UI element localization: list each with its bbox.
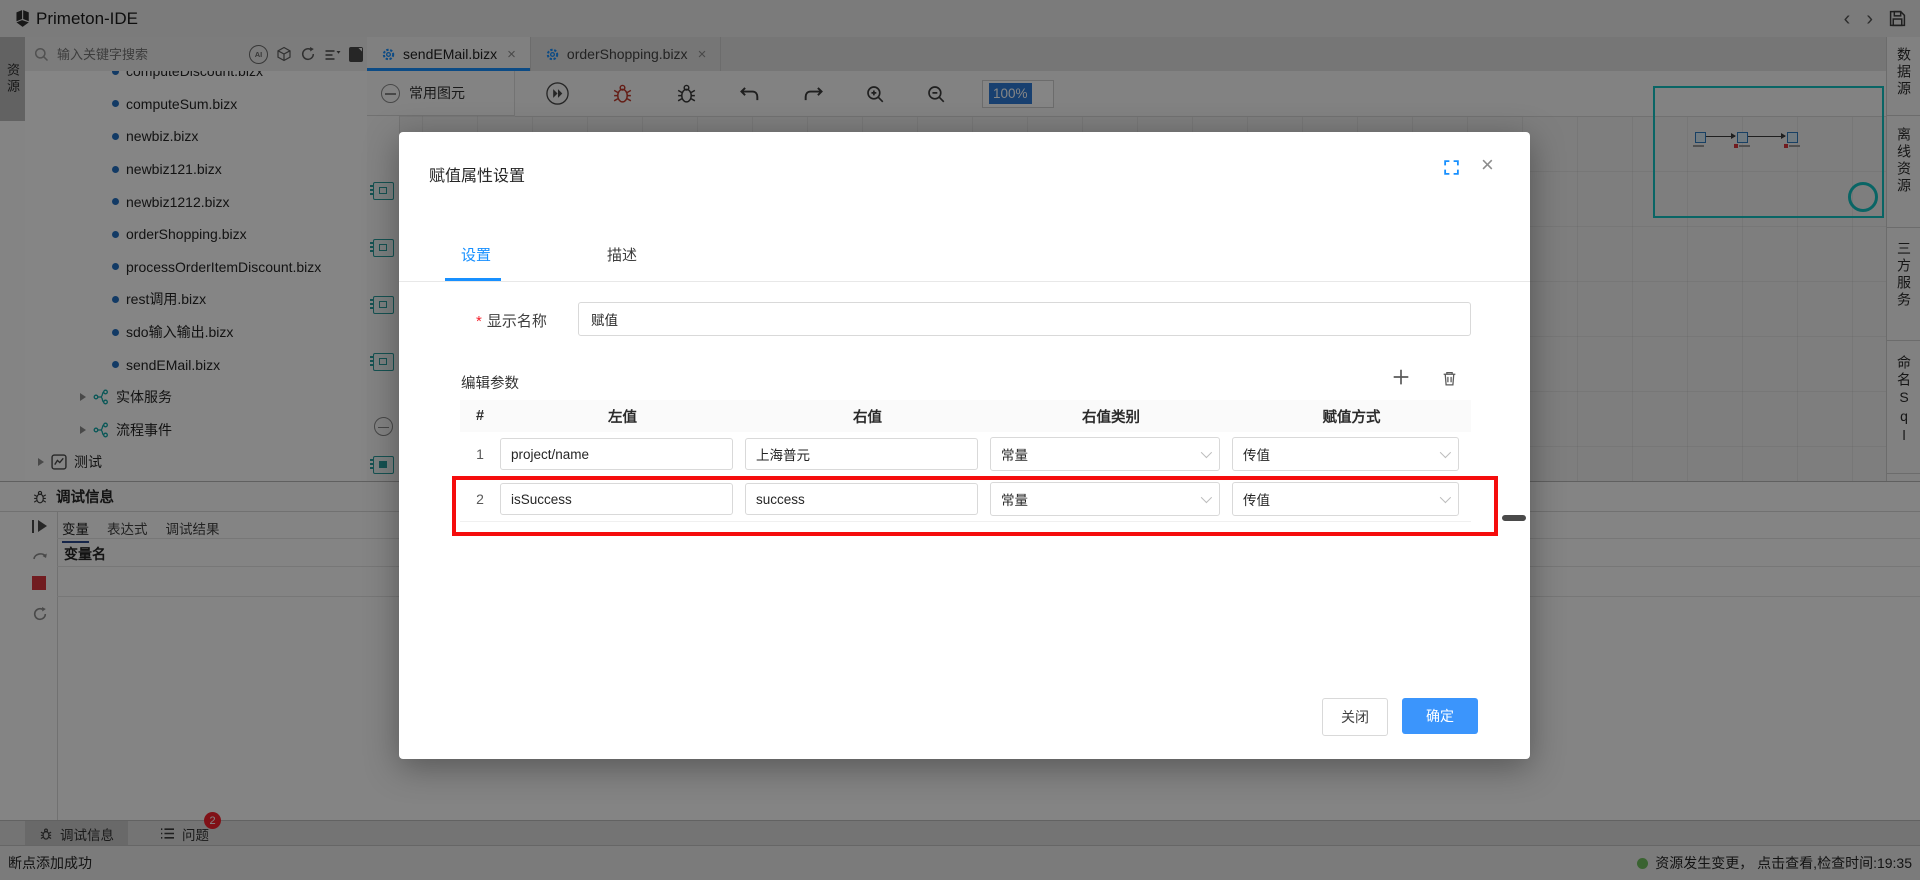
delete-row-icon[interactable] xyxy=(1441,370,1458,392)
display-name-label: 显示名称 xyxy=(476,310,547,331)
edit-params-label: 编辑参数 xyxy=(461,372,519,393)
display-name-input[interactable] xyxy=(578,302,1471,336)
primeton-ide-window: Primeton-IDE ‹ › 资源 AI xyxy=(0,0,1920,880)
assign-mode-select[interactable]: 传值 xyxy=(1232,437,1459,471)
annotation-highlight-box xyxy=(452,476,1498,536)
add-row-icon[interactable] xyxy=(1392,368,1410,391)
right-value-input[interactable] xyxy=(745,438,978,470)
dialog-tab-description[interactable]: 描述 xyxy=(607,244,637,265)
chevron-down-icon xyxy=(1440,447,1451,458)
params-table-header: # 左值 右值 右值类别 赋值方式 xyxy=(460,400,1471,432)
fullscreen-icon[interactable] xyxy=(1443,159,1460,181)
dialog-title: 赋值属性设置 xyxy=(429,162,525,186)
params-row-1: 1 常量 传值 xyxy=(460,432,1471,477)
right-type-select[interactable]: 常量 xyxy=(990,437,1220,471)
assignment-properties-dialog: 赋值属性设置 设置 描述 显示名称 编辑参数 # 左值 右值 右值类别 赋值方式 xyxy=(399,132,1530,759)
dialog-tab-settings[interactable]: 设置 xyxy=(461,244,491,265)
tab-divider xyxy=(399,281,1530,282)
confirm-button[interactable]: 确定 xyxy=(1402,698,1478,734)
close-button[interactable]: 关闭 xyxy=(1322,698,1388,736)
close-icon[interactable] xyxy=(1481,154,1494,176)
chevron-down-icon xyxy=(1201,447,1212,458)
left-value-input[interactable] xyxy=(500,438,733,470)
scrollbar-thumb xyxy=(1502,515,1526,521)
